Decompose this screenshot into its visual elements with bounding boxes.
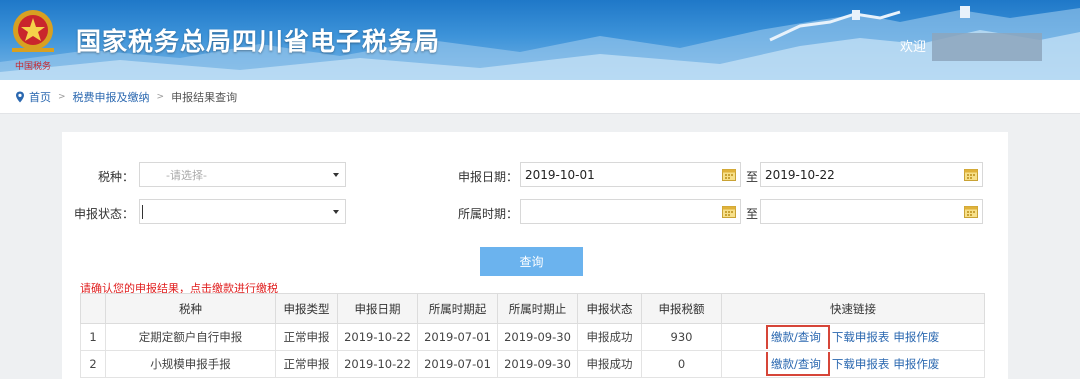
row-quick-links: 缴款/查询 下载申报表 申报作废 — [721, 323, 985, 351]
tax-period-from-input[interactable] — [520, 199, 741, 224]
tax-type-label: 税种： — [97, 170, 134, 184]
row-period-end: 2019-09-30 — [497, 323, 578, 351]
filing-date-to-input[interactable]: 2019-10-22 — [760, 162, 983, 187]
calendar-icon[interactable] — [964, 205, 978, 218]
row-filing-date: 2019-10-22 — [337, 350, 418, 378]
table-header-row: 税种 申报类型 申报日期 所属时期起 所属时期止 申报状态 申报税额 快速链接 — [80, 293, 985, 324]
breadcrumb: 首页 > 税费申报及缴纳 > 申报结果查询 — [0, 80, 1080, 114]
tax-type-select[interactable]: -请选择- — [139, 162, 346, 187]
column-header-quick-links: 快速链接 — [721, 293, 985, 324]
svg-text:中国税务: 中国税务 — [15, 60, 51, 72]
row-period-start: 2019-07-01 — [417, 350, 498, 378]
filing-date-from-input[interactable]: 2019-10-01 — [520, 162, 741, 187]
filing-date-to-value: 2019-10-22 — [765, 168, 835, 182]
query-button[interactable]: 查询 — [480, 247, 583, 276]
results-table: 税种 申报类型 申报日期 所属时期起 所属时期止 申报状态 申报税额 快速链接 … — [80, 293, 985, 378]
column-header-status: 申报状态 — [577, 293, 642, 324]
column-header-period-start: 所属时期起 — [417, 293, 498, 324]
row-period-end: 2019-09-30 — [497, 350, 578, 378]
row-period-start: 2019-07-01 — [417, 323, 498, 351]
row-tax-type: 小规模申报手报 — [105, 350, 276, 378]
column-header-index — [80, 293, 106, 324]
row-amount: 930 — [641, 323, 722, 351]
query-panel: 税种： -请选择- 申报日期： 2019-10-01 至 2019-10-22 … — [62, 132, 1008, 379]
row-filing-type: 正常申报 — [275, 323, 338, 351]
site-header: 中国税务 国家税务总局四川省电子税务局 欢迎 — [0, 0, 1080, 80]
dropdown-arrow-icon — [333, 173, 339, 177]
breadcrumb-home[interactable]: 首页 — [29, 89, 51, 105]
date-to-label: 至 — [745, 170, 758, 184]
filing-date-from-value: 2019-10-01 — [525, 168, 595, 182]
chevron-right-icon: > — [156, 91, 165, 102]
table-row: 2 小规模申报手报 正常申报 2019-10-22 2019-07-01 201… — [80, 350, 985, 378]
tax-period-to-input[interactable] — [760, 199, 983, 224]
pay-query-link[interactable]: 缴款/查询 — [771, 357, 821, 371]
welcome-text: 欢迎 — [900, 40, 927, 55]
row-index: 1 — [80, 323, 106, 351]
row-amount: 0 — [641, 350, 722, 378]
dropdown-arrow-icon — [333, 210, 339, 214]
void-return-link[interactable]: 申报作废 — [893, 357, 939, 371]
column-header-tax-type: 税种 — [105, 293, 276, 324]
column-header-amount: 申报税额 — [641, 293, 722, 324]
calendar-icon[interactable] — [964, 168, 978, 181]
tax-type-placeholder: -请选择- — [166, 169, 207, 182]
site-title: 国家税务总局四川省电子税务局 — [76, 27, 441, 56]
text-caret — [142, 205, 143, 219]
row-filing-type: 正常申报 — [275, 350, 338, 378]
download-return-link[interactable]: 下载申报表 — [832, 330, 890, 344]
breadcrumb-tax-filing[interactable]: 税费申报及缴纳 — [73, 89, 150, 105]
user-name-redacted — [932, 33, 1042, 61]
filing-status-select[interactable] — [139, 199, 346, 224]
calendar-icon[interactable] — [722, 205, 736, 218]
tax-period-label: 所属时期： — [457, 207, 518, 221]
row-quick-links: 缴款/查询 下载申报表 申报作废 — [721, 350, 985, 378]
row-status: 申报成功 — [577, 323, 642, 351]
calendar-icon[interactable] — [722, 168, 736, 181]
tax-emblem-icon: 中国税务 — [12, 10, 54, 72]
chevron-right-icon: > — [58, 91, 66, 102]
row-tax-type: 定期定额户自行申报 — [105, 323, 276, 351]
breadcrumb-current: 申报结果查询 — [171, 90, 238, 104]
column-header-filing-date: 申报日期 — [337, 293, 418, 324]
pay-query-link[interactable]: 缴款/查询 — [771, 330, 821, 344]
row-status: 申报成功 — [577, 350, 642, 378]
void-return-link[interactable]: 申报作废 — [893, 330, 939, 344]
filing-status-label: 申报状态： — [73, 207, 134, 221]
column-header-filing-type: 申报类型 — [275, 293, 338, 324]
table-row: 1 定期定额户自行申报 正常申报 2019-10-22 2019-07-01 2… — [80, 323, 985, 351]
row-index: 2 — [80, 350, 106, 378]
location-pin-icon — [16, 91, 24, 102]
column-header-period-end: 所属时期止 — [497, 293, 578, 324]
filing-date-label: 申报日期： — [457, 170, 518, 184]
download-return-link[interactable]: 下载申报表 — [832, 357, 890, 371]
period-to-label: 至 — [745, 207, 758, 221]
row-filing-date: 2019-10-22 — [337, 323, 418, 351]
